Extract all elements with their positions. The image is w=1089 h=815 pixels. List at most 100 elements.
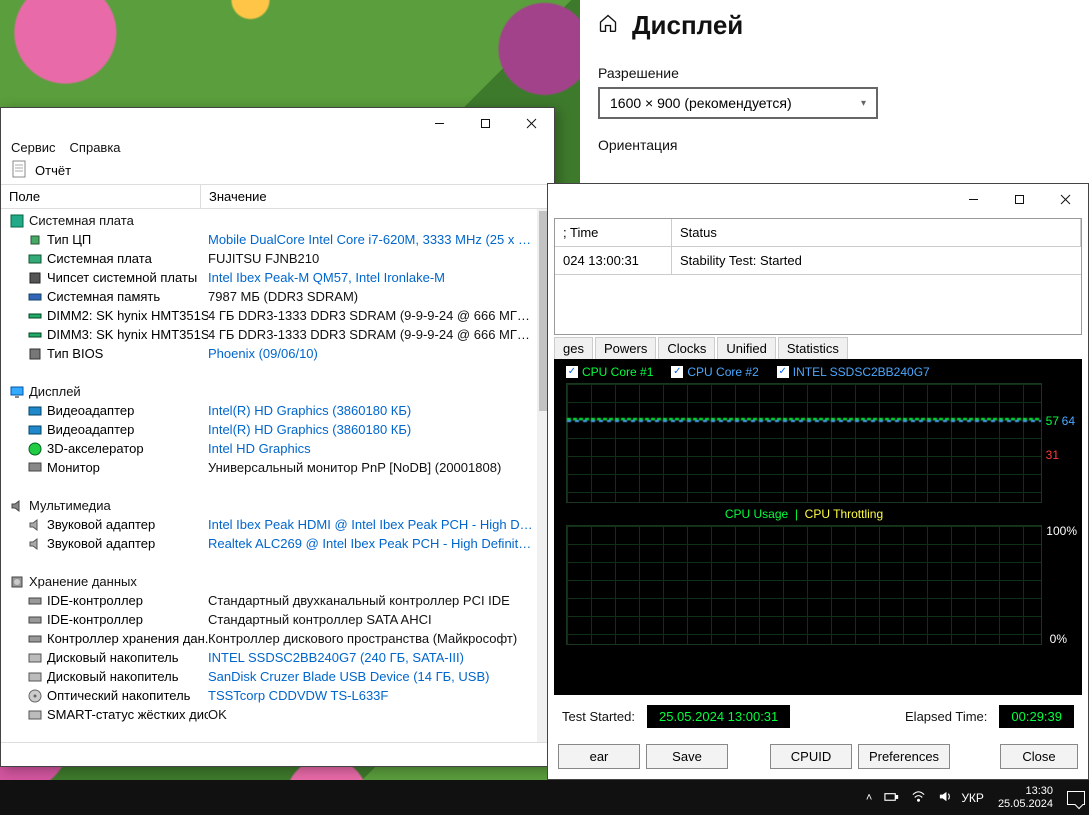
toolbar-report-label[interactable]: Отчёт (35, 163, 71, 178)
graph2-legend: CPU Usage | CPU Throttling (566, 507, 1042, 521)
clock[interactable]: 13:30 25.05.2024 (992, 785, 1059, 811)
temperature-graph: 57 64 31 (566, 383, 1042, 503)
section-multimedia[interactable]: Мультимедиа (1, 496, 554, 515)
button-row: ear Save CPUID Preferences Close (548, 738, 1088, 779)
col-time[interactable]: ; Time (555, 219, 672, 246)
marker-0: 0% (1050, 632, 1067, 646)
stress-titlebar (548, 184, 1088, 214)
tab-unified[interactable]: Unified (717, 337, 775, 359)
usage-graph: 100% 0% (566, 525, 1042, 645)
section-display[interactable]: Дисплей (1, 382, 554, 401)
tab-ges[interactable]: ges (554, 337, 593, 359)
resolution-dropdown[interactable]: 1600 × 900 (рекомендуется) ▾ (598, 87, 878, 119)
home-icon[interactable] (598, 13, 618, 38)
taskbar: ˄ УКР 13:30 25.05.2024 (0, 780, 1089, 815)
gpu-icon (27, 403, 43, 419)
close-button[interactable] (508, 108, 554, 138)
section-motherboard[interactable]: Системная плата (1, 211, 554, 230)
storage-icon (9, 574, 25, 590)
speaker-icon (9, 498, 25, 514)
tab-statistics[interactable]: Statistics (778, 337, 848, 359)
chk-core1[interactable]: ✓CPU Core #1 (566, 365, 653, 379)
motherboard-icon (9, 213, 25, 229)
board-icon (27, 251, 43, 267)
drive-icon (27, 669, 43, 685)
chk-ssd[interactable]: ✓INTEL SSDSC2BB240G7 (777, 365, 930, 379)
settings-display-panel: Дисплей Разрешение 1600 × 900 (рекоменду… (580, 0, 1089, 190)
controller-icon (27, 612, 43, 628)
resolution-value: 1600 × 900 (рекомендуется) (610, 95, 792, 111)
optical-icon (27, 688, 43, 704)
controller-icon (27, 631, 43, 647)
wifi-icon[interactable] (911, 789, 926, 807)
save-button[interactable]: Save (646, 744, 728, 769)
report-body: Системная плата Тип ЦПMobile DualCore In… (1, 209, 554, 742)
clear-button[interactable]: ear (558, 744, 640, 769)
graph-area: ✓CPU Core #1 ✓CPU Core #2 ✓INTEL SSDSC2B… (554, 359, 1082, 695)
tab-powers[interactable]: Powers (595, 337, 656, 359)
menu-help[interactable]: Справка (70, 140, 121, 155)
close-button[interactable] (1042, 184, 1088, 214)
close-button[interactable]: Close (1000, 744, 1078, 769)
menu-service[interactable]: Сервис (11, 140, 56, 155)
chipset-icon (27, 270, 43, 286)
minimize-button[interactable] (950, 184, 996, 214)
marker-31: 31 (1046, 448, 1059, 462)
maximize-button[interactable] (996, 184, 1042, 214)
tray-overflow-icon[interactable]: ˄ (866, 792, 872, 804)
maximize-button[interactable] (462, 108, 508, 138)
section-storage[interactable]: Хранение данных (1, 572, 554, 591)
col-field[interactable]: Поле (1, 185, 201, 208)
stability-test-window: ; Time Status 024 13:00:31 Stability Tes… (547, 183, 1089, 780)
audio-icon (27, 536, 43, 552)
status-row[interactable]: 024 13:00:31 Stability Test: Started (555, 246, 1081, 274)
chk-core2[interactable]: ✓CPU Core #2 (671, 365, 758, 379)
test-started-value: 25.05.2024 13:00:31 (647, 705, 790, 728)
resolution-label: Разрешение (598, 65, 1069, 81)
menubar: Сервис Справка (1, 138, 554, 157)
elapsed-label: Elapsed Time: (905, 709, 987, 724)
orientation-label: Ориентация (598, 137, 1069, 153)
titlebar (1, 108, 554, 138)
tabs: ges Powers Clocks Unified Statistics (548, 337, 1088, 359)
memory-icon (27, 289, 43, 305)
display-icon (9, 384, 25, 400)
report-icon (11, 160, 29, 181)
column-headers: Поле Значение (1, 184, 554, 209)
graph1-legend: ✓CPU Core #1 ✓CPU Core #2 ✓INTEL SSDSC2B… (566, 365, 1042, 379)
marker-57: 57 (1046, 414, 1059, 428)
status-grid: ; Time Status 024 13:00:31 Stability Tes… (554, 218, 1082, 335)
system-report-window: Сервис Справка Отчёт Поле Значение Систе… (0, 107, 555, 767)
bios-icon (27, 346, 43, 362)
language-indicator[interactable]: УКР (961, 791, 984, 805)
statusbar (1, 742, 554, 766)
col-status[interactable]: Status (672, 219, 1081, 246)
info-row: Test Started: 25.05.2024 13:00:31 Elapse… (548, 695, 1088, 738)
minimize-button[interactable] (416, 108, 462, 138)
col-value[interactable]: Значение (201, 185, 275, 208)
elapsed-value: 00:29:39 (999, 705, 1074, 728)
notification-icon[interactable] (1067, 791, 1085, 805)
audio-icon (27, 517, 43, 533)
marker-100: 100% (1046, 524, 1077, 538)
marker-64: 64 (1062, 414, 1075, 428)
dimm-icon (27, 327, 43, 343)
monitor-icon (27, 460, 43, 476)
system-tray: ˄ (866, 789, 953, 807)
controller-icon (27, 593, 43, 609)
drive-icon (27, 650, 43, 666)
volume-icon[interactable] (938, 789, 953, 807)
chevron-down-icon: ▾ (861, 98, 866, 109)
cpuid-button[interactable]: CPUID (770, 744, 852, 769)
settings-heading: Дисплей (632, 10, 743, 41)
accel-icon (27, 441, 43, 457)
smart-icon (27, 707, 43, 723)
toolbar: Отчёт (1, 157, 554, 184)
gpu-icon (27, 422, 43, 438)
battery-icon[interactable] (884, 789, 899, 807)
preferences-button[interactable]: Preferences (858, 744, 950, 769)
cpu-icon (27, 232, 43, 248)
dimm-icon (27, 308, 43, 324)
tab-clocks[interactable]: Clocks (658, 337, 715, 359)
test-started-label: Test Started: (562, 709, 635, 724)
